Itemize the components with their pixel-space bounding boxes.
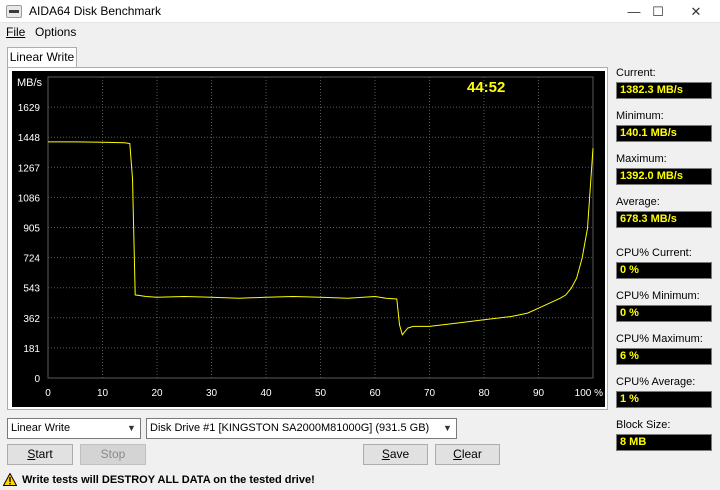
warning-icon xyxy=(3,473,17,486)
benchmark-chart: 1629 1448 1267 1086 905 724 543 362 181 0 0 10 20 30… xyxy=(12,71,605,407)
y-tick-label: 1267 xyxy=(18,163,41,174)
block-size-value: 8 MB xyxy=(616,434,712,451)
y-tick-label: 1629 xyxy=(18,103,41,114)
x-tick-label: 60 xyxy=(369,388,381,399)
chevron-down-icon: ▼ xyxy=(127,423,136,433)
menu-file[interactable]: File xyxy=(6,25,25,39)
cpu-maximum-value: 6 % xyxy=(616,348,712,365)
y-tick-label: 181 xyxy=(23,344,40,355)
x-tick-label: 10 xyxy=(97,388,109,399)
y-tick-label: 724 xyxy=(23,254,40,265)
maximum-label: Maximum: xyxy=(616,153,667,165)
stop-button[interactable]: Stop xyxy=(80,444,146,465)
window-title: AIDA64 Disk Benchmark xyxy=(29,4,162,18)
warning-text: Write tests will DESTROY ALL DATA on the… xyxy=(22,474,315,486)
x-tick-label: 70 xyxy=(424,388,436,399)
y-tick-label: 0 xyxy=(34,374,40,385)
y-axis-ticks: 1629 1448 1267 1086 905 724 543 362 181 0 xyxy=(18,103,41,385)
cpu-average-value: 1 % xyxy=(616,391,712,408)
start-button[interactable]: Start xyxy=(7,444,73,465)
maximum-value: 1392.0 MB/s xyxy=(616,168,712,185)
cpu-minimum-label: CPU% Minimum: xyxy=(616,290,700,302)
tab-linear-write[interactable]: Linear Write xyxy=(7,47,77,68)
x-tick-label: 80 xyxy=(478,388,490,399)
current-label: Current: xyxy=(616,67,656,79)
minimum-value: 140.1 MB/s xyxy=(616,125,712,142)
menu-bar: File Options xyxy=(0,23,720,41)
x-tick-label: 100 % xyxy=(575,388,603,399)
x-tick-label: 0 xyxy=(45,388,51,399)
maximize-button[interactable]: ☐ xyxy=(638,0,678,23)
x-tick-label: 50 xyxy=(315,388,327,399)
cpu-minimum-value: 0 % xyxy=(616,305,712,322)
x-tick-label: 40 xyxy=(260,388,272,399)
y-unit-label: MB/s xyxy=(17,77,43,89)
y-tick-label: 905 xyxy=(23,224,40,235)
current-value: 1382.3 MB/s xyxy=(616,82,712,99)
clear-button[interactable]: Clear xyxy=(435,444,500,465)
average-label: Average: xyxy=(616,196,660,208)
drive-value: Disk Drive #1 [KINGSTON SA2000M81000G] (… xyxy=(150,422,430,434)
cpu-current-value: 0 % xyxy=(616,262,712,279)
chart-svg: 1629 1448 1267 1086 905 724 543 362 181 0 0 10 20 30… xyxy=(17,76,603,399)
menu-options[interactable]: Options xyxy=(35,25,76,39)
cpu-maximum-label: CPU% Maximum: xyxy=(616,333,703,345)
y-tick-label: 362 xyxy=(23,314,40,325)
close-button[interactable]: ✕ xyxy=(676,0,716,23)
save-button[interactable]: Save xyxy=(363,444,428,465)
x-tick-label: 20 xyxy=(151,388,163,399)
chevron-down-icon: ▼ xyxy=(443,423,452,433)
y-tick-label: 1086 xyxy=(18,193,41,204)
block-size-label: Block Size: xyxy=(616,419,671,431)
app-icon xyxy=(6,5,22,18)
test-type-select[interactable]: Linear Write ▼ xyxy=(7,418,141,439)
cpu-average-label: CPU% Average: xyxy=(616,376,696,388)
x-axis-ticks: 0 10 20 30 40 50 60 70 80 90 100 % xyxy=(45,388,603,399)
average-value: 678.3 MB/s xyxy=(616,211,712,228)
drive-select[interactable]: Disk Drive #1 [KINGSTON SA2000M81000G] (… xyxy=(146,418,457,439)
test-type-value: Linear Write xyxy=(11,422,71,434)
x-tick-label: 30 xyxy=(206,388,218,399)
cpu-current-label: CPU% Current: xyxy=(616,247,692,259)
title-bar: AIDA64 Disk Benchmark — ☐ ✕ xyxy=(0,0,720,23)
minimum-label: Minimum: xyxy=(616,110,664,122)
y-tick-label: 543 xyxy=(23,284,40,295)
x-tick-label: 90 xyxy=(533,388,545,399)
warning-bar: Write tests will DESTROY ALL DATA on the… xyxy=(0,471,720,490)
chart-grid xyxy=(47,76,594,379)
elapsed-timer: 44:52 xyxy=(467,79,505,96)
y-tick-label: 1448 xyxy=(18,133,41,144)
